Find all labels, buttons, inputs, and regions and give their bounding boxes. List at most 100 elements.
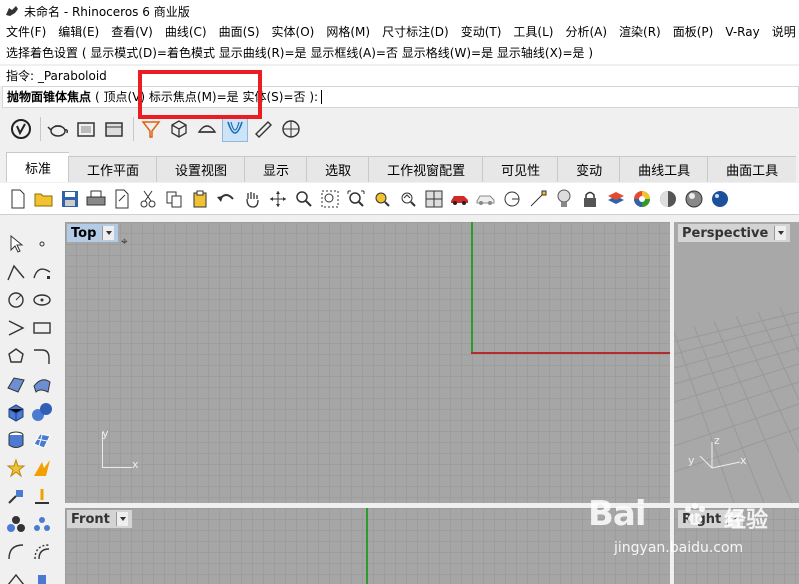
arc-icon[interactable] <box>4 316 28 340</box>
undo-icon[interactable] <box>214 187 238 211</box>
polygon-icon[interactable] <box>4 344 28 368</box>
viewport-title-right[interactable]: Right <box>678 510 744 528</box>
spheres-icon[interactable] <box>30 400 54 424</box>
tab-cplanes[interactable]: 工作平面 <box>68 156 158 182</box>
zoom-window-icon[interactable] <box>318 187 342 211</box>
curve-icon[interactable] <box>30 260 54 284</box>
circle-select-icon[interactable] <box>500 187 524 211</box>
menu-solid[interactable]: 实体(O) <box>266 22 321 42</box>
scale-tool-icon[interactable] <box>30 484 54 508</box>
surface-frame-icon[interactable] <box>73 116 99 142</box>
tab-visibility[interactable]: 可见性 <box>482 156 559 182</box>
chevron-down-icon[interactable] <box>727 512 740 526</box>
chevron-down-icon[interactable] <box>774 226 787 240</box>
new-file-icon[interactable] <box>6 187 30 211</box>
snap-point-icon[interactable] <box>526 187 550 211</box>
chevron-down-icon[interactable] <box>115 512 128 526</box>
command-options[interactable]: ( 顶点(V) 标示焦点(M)=是 实体(S)=否 ): <box>95 87 318 107</box>
paste-icon[interactable] <box>188 187 212 211</box>
rendered-sphere-icon[interactable] <box>682 187 706 211</box>
viewport-front[interactable]: Front <box>65 508 670 584</box>
dimension-icon[interactable] <box>4 540 28 564</box>
tab-standard[interactable]: 标准 <box>6 152 70 182</box>
four-viewports-icon[interactable] <box>422 187 446 211</box>
tab-select[interactable]: 选取 <box>306 156 370 182</box>
circle-icon[interactable] <box>4 288 28 312</box>
viewport-perspective[interactable]: Perspective y z x <box>674 222 799 503</box>
menu-view[interactable]: 查看(V) <box>105 22 159 42</box>
tab-display[interactable]: 显示 <box>244 156 308 182</box>
menu-help[interactable]: 说明 <box>766 22 799 42</box>
tab-viewport-layout[interactable]: 工作视窗配置 <box>368 156 484 182</box>
viewport-title-front[interactable]: Front <box>67 510 132 528</box>
menu-edit[interactable]: 编辑(E) <box>52 22 105 42</box>
car-wireframe-icon[interactable] <box>474 187 498 211</box>
menu-transform[interactable]: 变动(T) <box>455 22 508 42</box>
cylinder-icon[interactable] <box>4 428 28 452</box>
boolean-icon[interactable] <box>30 456 54 480</box>
copy-icon[interactable] <box>162 187 186 211</box>
funnel-surface-icon[interactable] <box>138 116 164 142</box>
cut-icon[interactable] <box>136 187 160 211</box>
import-icon[interactable] <box>110 187 134 211</box>
zoom-selected-icon[interactable] <box>370 187 394 211</box>
menu-tools[interactable]: 工具(L) <box>507 22 559 42</box>
viewport-right[interactable]: Right <box>674 508 799 584</box>
light-bulb-icon[interactable] <box>552 187 576 211</box>
pipe-icon[interactable] <box>250 116 276 142</box>
pan-hand-icon[interactable] <box>240 187 264 211</box>
tab-curve-tools[interactable]: 曲线工具 <box>619 156 709 182</box>
box-solid-icon[interactable] <box>4 400 28 424</box>
menu-dimension[interactable]: 尺寸标注(D) <box>376 22 455 42</box>
explode-icon[interactable] <box>4 456 28 480</box>
print-icon[interactable] <box>84 187 108 211</box>
surface-from-points-icon[interactable] <box>4 372 28 396</box>
array-icon[interactable] <box>30 512 54 536</box>
save-icon[interactable] <box>58 187 82 211</box>
menu-vray[interactable]: V-Ray <box>719 22 765 42</box>
open-folder-icon[interactable] <box>32 187 56 211</box>
render-tool-icon[interactable] <box>30 568 54 584</box>
viewport-title-perspective[interactable]: Perspective <box>678 224 791 242</box>
zoom-dynamic-icon[interactable] <box>292 187 316 211</box>
tab-surface-tools[interactable]: 曲面工具 <box>707 156 797 182</box>
car-render-icon[interactable] <box>448 187 472 211</box>
menu-curve[interactable]: 曲线(C) <box>159 22 213 42</box>
lock-icon[interactable] <box>578 187 602 211</box>
menu-render[interactable]: 渲染(R) <box>613 22 667 42</box>
cube-icon[interactable] <box>166 116 192 142</box>
dome-icon[interactable] <box>194 116 220 142</box>
color-wheel-icon[interactable] <box>630 187 654 211</box>
command-input[interactable]: 抛物面锥体焦点 ( 顶点(V) 标示焦点(M)=是 实体(S)=否 ): <box>2 86 799 108</box>
shaded-sphere-icon[interactable] <box>656 187 680 211</box>
paraboloid-icon[interactable] <box>222 116 248 142</box>
planar-surface-icon[interactable] <box>101 116 127 142</box>
chevron-down-icon[interactable] <box>102 226 115 240</box>
offset-curve-icon[interactable] <box>30 540 54 564</box>
rhino-check-icon[interactable] <box>8 116 34 142</box>
sphere-tool-icon[interactable] <box>278 116 304 142</box>
undo-view-icon[interactable] <box>396 187 420 211</box>
menu-analyze[interactable]: 分析(A) <box>559 22 613 42</box>
zoom-extents-icon[interactable] <box>344 187 368 211</box>
select-arrow-icon[interactable] <box>4 232 28 256</box>
point-icon[interactable] <box>30 232 54 256</box>
mesh-icon[interactable] <box>30 428 54 452</box>
tab-set-view[interactable]: 设置视图 <box>156 156 246 182</box>
move-tool-icon[interactable] <box>4 484 28 508</box>
menu-panels[interactable]: 面板(P) <box>667 22 720 42</box>
fillet-curve-icon[interactable] <box>30 344 54 368</box>
blue-sphere-icon[interactable] <box>708 187 732 211</box>
menu-mesh[interactable]: 网格(M) <box>320 22 376 42</box>
viewport-title-top[interactable]: Top <box>67 224 119 242</box>
loft-surface-icon[interactable] <box>30 372 54 396</box>
rotate-view-icon[interactable] <box>266 187 290 211</box>
viewport-top[interactable]: Top ⌖ y x <box>65 222 670 503</box>
menu-surface[interactable]: 曲面(S) <box>213 22 266 42</box>
teapot-icon[interactable] <box>45 116 71 142</box>
analyze-icon[interactable] <box>4 568 28 584</box>
ellipse-icon[interactable] <box>30 288 54 312</box>
layer-icon[interactable] <box>604 187 628 211</box>
menu-file[interactable]: 文件(F) <box>0 22 52 42</box>
polyline-icon[interactable] <box>4 260 28 284</box>
